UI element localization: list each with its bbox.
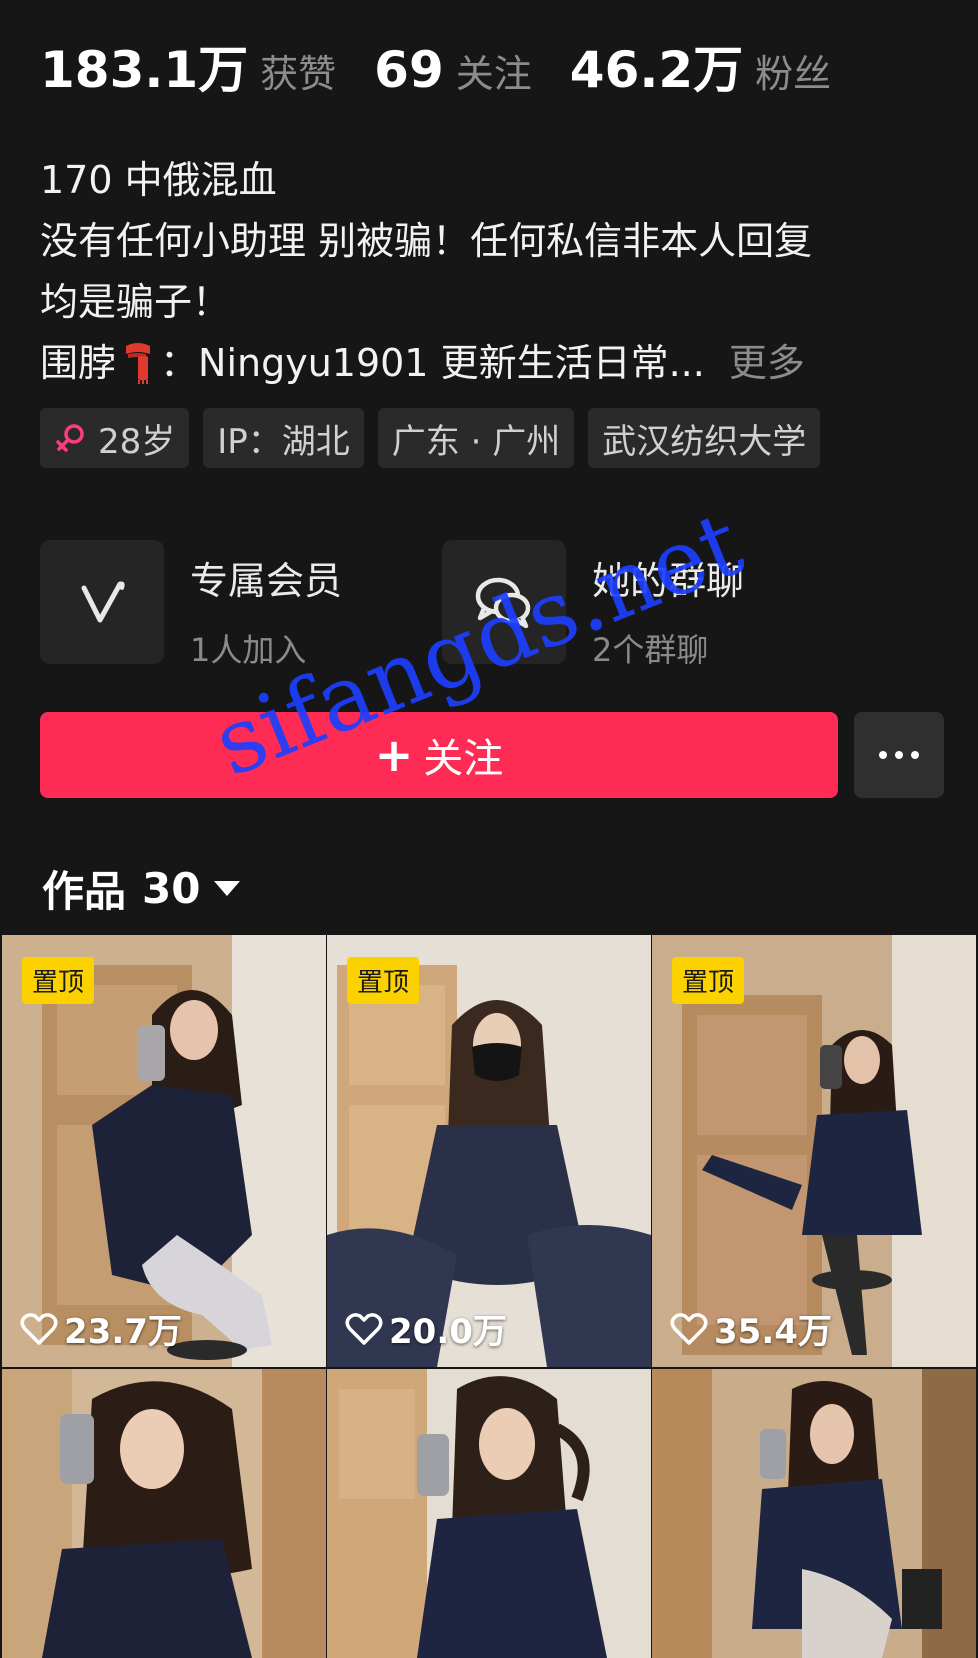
video-thumbnail[interactable]: 置顶 23.7万 [2, 935, 326, 1367]
video-cover-image [327, 1369, 651, 1658]
video-cover-image [2, 1369, 326, 1658]
bio-line-3: 均是骗子！ [40, 280, 231, 324]
pinned-badge: 置顶 [672, 957, 745, 1004]
works-count: 30 [142, 864, 201, 913]
video-likes-count: 35.4万 [714, 1312, 832, 1352]
more-dot-icon [895, 751, 903, 759]
video-likes-count: 23.7万 [64, 1312, 182, 1352]
profile-stats: 183.1万 获赞 69 关注 46.2万 粉丝 [40, 30, 869, 102]
stat-followers[interactable]: 46.2万 粉丝 [570, 30, 831, 102]
video-likes: 23.7万 [20, 1304, 182, 1353]
stat-likes-value: 183.1万 [40, 41, 249, 99]
member-icon-box [40, 540, 164, 664]
bio-weibo-handle: ：Ningyu1901 更新生活日常... [160, 341, 705, 385]
follow-button[interactable]: + 关注 [40, 712, 838, 798]
tag-age: 28岁 [40, 408, 190, 468]
heart-icon [345, 1312, 383, 1345]
video-thumbnail[interactable]: 置顶 20.0万 [327, 935, 651, 1367]
member-card-title: 专属会员 [190, 559, 343, 603]
works-label: 作品 [42, 867, 127, 916]
caret-down-icon [214, 881, 241, 896]
more-dot-icon [911, 751, 919, 759]
profile-bio: 170 中俄混血 没有任何小助理 别被骗！任何私信非本人回复 均是骗子！ 围脖 … [40, 150, 940, 394]
stat-following-value: 69 [374, 41, 444, 99]
bio-line-2: 没有任何小助理 别被骗！任何私信非本人回复 [40, 219, 813, 263]
stat-following-label: 关注 [455, 52, 532, 96]
stat-likes-label: 获赞 [260, 52, 337, 96]
bio-line-1: 170 中俄混血 [40, 158, 277, 202]
scarf-icon [126, 343, 151, 384]
vip-v-icon [81, 581, 125, 623]
more-dot-icon [879, 751, 887, 759]
heart-icon [670, 1312, 708, 1345]
video-cover-image [652, 1369, 976, 1658]
female-icon [56, 424, 84, 452]
pinned-badge: 置顶 [22, 957, 95, 1004]
tag-ip: IP：湖北 [203, 408, 364, 468]
works-tab-header[interactable]: 作品 30 [42, 858, 241, 919]
stat-following[interactable]: 69 关注 [374, 41, 532, 99]
more-options-button[interactable] [854, 712, 944, 798]
tag-age-label: 28岁 [98, 421, 176, 462]
pinned-badge: 置顶 [347, 957, 420, 1004]
video-thumbnail[interactable] [327, 1369, 651, 1658]
video-likes: 20.0万 [345, 1304, 507, 1353]
video-thumbnail[interactable] [2, 1369, 326, 1658]
video-likes: 35.4万 [670, 1304, 832, 1353]
video-thumbnail[interactable] [652, 1369, 976, 1658]
tag-school: 武汉纺织大学 [588, 408, 821, 468]
bio-line-4: 围脖 ：Ningyu1901 更新生活日常... 更多 [40, 333, 940, 394]
stat-likes[interactable]: 183.1万 获赞 [40, 30, 336, 102]
bio-more-link[interactable]: 更多 [729, 341, 805, 385]
tag-location: 广东 · 广州 [377, 408, 575, 468]
video-thumbnail[interactable]: 置顶 35.4万 [652, 935, 976, 1367]
video-likes-count: 20.0万 [389, 1312, 507, 1352]
profile-tags: 28岁 IP：湖北 广东 · 广州 武汉纺织大学 [40, 408, 834, 468]
heart-icon [20, 1312, 58, 1345]
bio-weibo-prefix: 围脖 [40, 341, 117, 385]
stat-followers-value: 46.2万 [569, 41, 744, 99]
follow-button-label: 关注 [423, 736, 504, 782]
stat-followers-label: 粉丝 [755, 52, 832, 96]
